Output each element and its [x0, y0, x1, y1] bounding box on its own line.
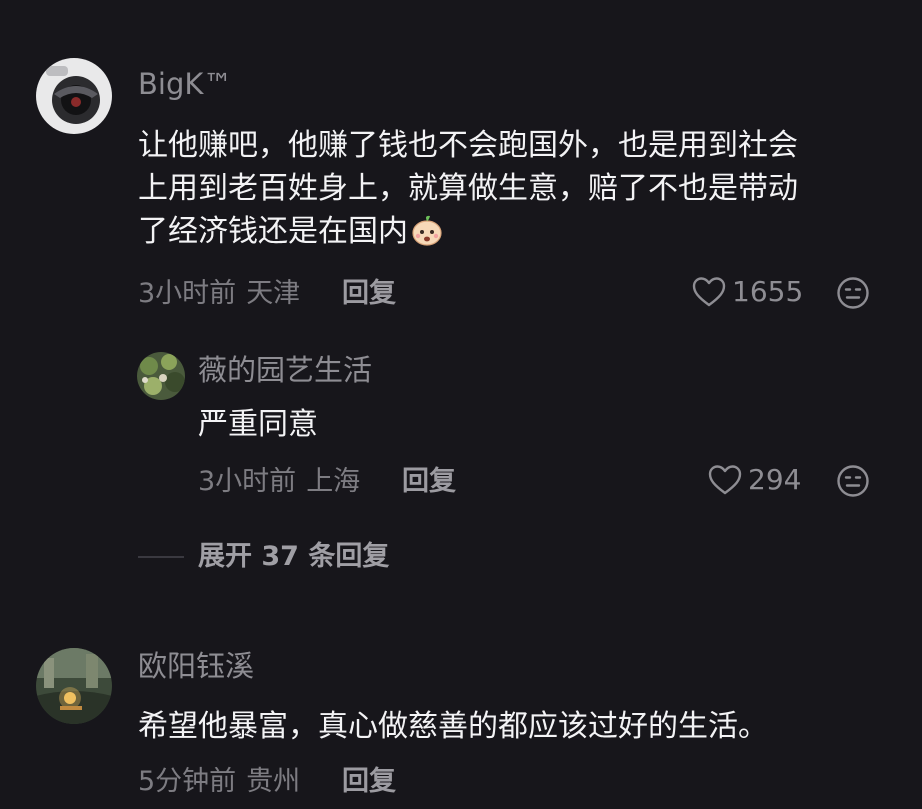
reply-time: 3小时前	[198, 466, 297, 497]
avatar-ouyang[interactable]	[36, 648, 112, 724]
like-count: 1655	[732, 275, 804, 308]
comment-text-fragment: 了经济钱还是在国内	[138, 214, 408, 249]
reply-like-count: 294	[748, 463, 802, 496]
comment-text-line: 让他赚吧，他赚了钱也不会跑国外，也是用到社会	[138, 128, 798, 163]
neutral-face-icon	[837, 465, 869, 497]
avatar-bigk[interactable]	[36, 58, 112, 134]
reply-button[interactable]: 回复	[342, 768, 396, 795]
reply-location: 上海	[306, 466, 361, 497]
heart-outline-icon	[692, 277, 726, 307]
reply-button[interactable]: 回复	[342, 280, 396, 307]
reply-dislike-button[interactable]	[836, 464, 870, 498]
comment-location: 天津	[246, 278, 301, 309]
comment-text: 希望他暴富，真心做慈善的都应该过好的生活。	[138, 709, 768, 744]
comment-time: 5分钟前	[138, 766, 237, 797]
comment-meta: 3小时前 天津	[138, 280, 300, 307]
comment-text-line: 了经济钱还是在国内	[138, 210, 798, 259]
peach-face-emoji-icon	[410, 213, 444, 259]
reply-text: 严重同意	[198, 407, 318, 442]
reply-like-button[interactable]: 294	[708, 464, 801, 496]
comment-username[interactable]: BigK™	[138, 70, 232, 99]
expand-divider	[138, 555, 184, 558]
heart-outline-icon	[708, 465, 742, 495]
neutral-face-icon	[837, 277, 869, 309]
comment-time: 3小时前	[138, 278, 237, 309]
comment-body: 让他赚吧，他赚了钱也不会跑国外，也是用到社会 上用到老百姓身上，就算做生意，赔了…	[138, 124, 798, 259]
like-button[interactable]: 1655	[692, 276, 803, 308]
reply-to-reply-button[interactable]: 回复	[402, 468, 456, 495]
comment-location: 贵州	[246, 766, 301, 797]
avatar-reply-user[interactable]	[137, 352, 185, 400]
reply-username[interactable]: 薇的园艺生活	[198, 356, 372, 385]
dislike-button[interactable]	[836, 276, 870, 310]
comment-text-line: 上用到老百姓身上，就算做生意，赔了不也是带动	[138, 171, 798, 206]
expand-replies-label: 展开 37 条回复	[198, 541, 390, 572]
expand-replies-button[interactable]: 展开 37 条回复	[138, 543, 389, 570]
comment-username[interactable]: 欧阳钰溪	[138, 652, 254, 681]
comment-meta: 5分钟前 贵州	[138, 768, 300, 795]
reply-meta: 3小时前 上海	[198, 468, 360, 495]
